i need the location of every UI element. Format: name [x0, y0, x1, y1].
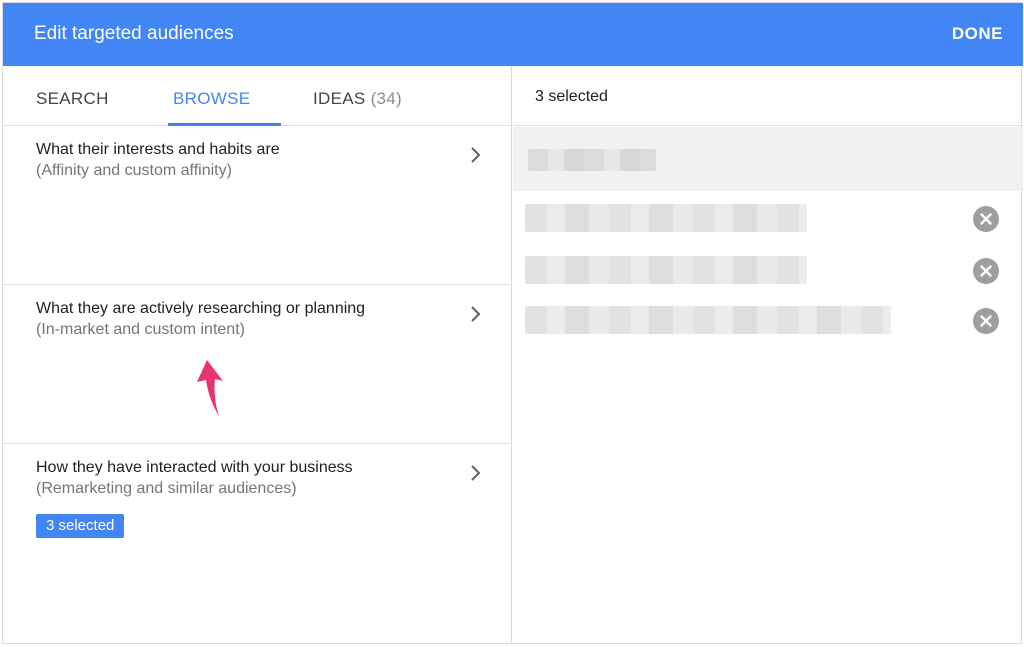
selected-group-header [513, 127, 1023, 191]
category-title: What their interests and habits are [36, 141, 280, 158]
category-subtitle: (Affinity and custom affinity) [36, 162, 232, 179]
selected-count: 3 selected [535, 88, 608, 105]
remove-icon[interactable] [973, 206, 999, 232]
tab-ideas-label: IDEAS [313, 89, 366, 108]
blurred-audience-name [525, 256, 807, 284]
selected-header: 3 selected [513, 66, 1023, 126]
chevron-right-icon [471, 306, 481, 322]
selected-panel: 3 selected [513, 66, 1023, 644]
browse-panel: SEARCH BROWSE IDEAS (34) What their inte… [3, 66, 512, 644]
tab-search[interactable]: SEARCH [36, 89, 109, 109]
remove-icon[interactable] [973, 308, 999, 334]
category-interacted[interactable]: How they have interacted with your busin… [3, 444, 512, 644]
chevron-right-icon [471, 147, 481, 163]
tab-browse[interactable]: BROWSE [173, 89, 250, 109]
selected-badge: 3 selected [36, 514, 125, 538]
blurred-group-name [528, 149, 656, 171]
blurred-audience-name [525, 306, 891, 334]
tab-bar: SEARCH BROWSE IDEAS (34) [3, 66, 512, 126]
chevron-right-icon [471, 465, 481, 481]
selected-audience-item [513, 298, 1023, 342]
category-subtitle: (In-market and custom intent) [36, 321, 245, 338]
tab-ideas[interactable]: IDEAS (34) [313, 89, 402, 109]
remove-icon[interactable] [973, 258, 999, 284]
annotation-arrow-icon [197, 360, 223, 416]
dialog-title: Edit targeted audiences [34, 23, 234, 44]
blurred-audience-name [525, 204, 807, 232]
dialog: Edit targeted audiences DONE SEARCH BROW… [2, 2, 1023, 644]
category-researching[interactable]: What they are actively researching or pl… [3, 285, 512, 444]
selected-audience-item [513, 196, 1023, 240]
category-interests[interactable]: What their interests and habits are (Aff… [3, 126, 512, 285]
tab-ideas-count: (34) [370, 89, 402, 108]
done-button[interactable]: DONE [952, 24, 1003, 44]
selected-audience-item [513, 248, 1023, 292]
category-title: What they are actively researching or pl… [36, 300, 366, 317]
category-subtitle: (Remarketing and similar audiences) [36, 480, 297, 497]
dialog-header: Edit targeted audiences DONE [3, 3, 1023, 66]
category-title: How they have interacted with your busin… [36, 459, 353, 476]
